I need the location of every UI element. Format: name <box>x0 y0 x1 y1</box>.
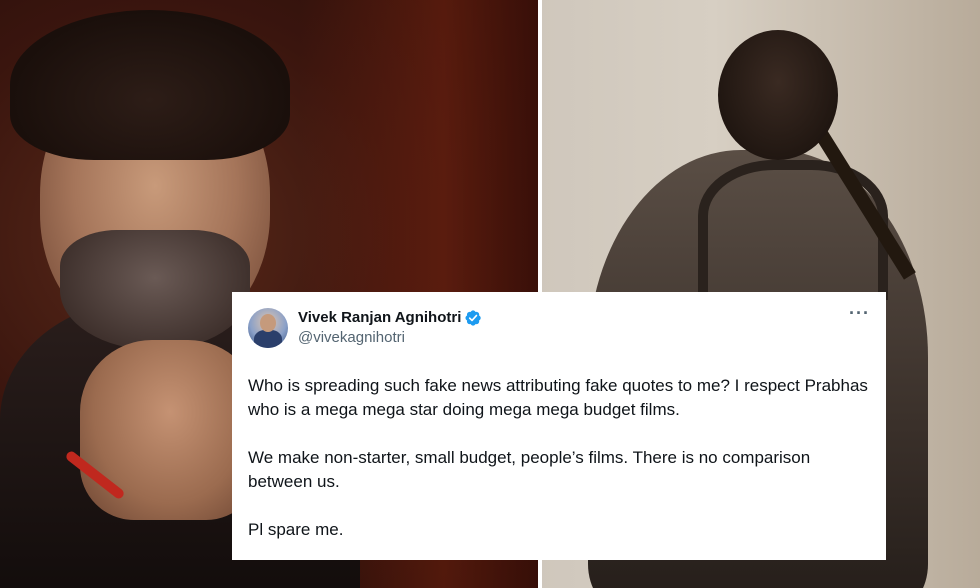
tweet-paragraph: Who is spreading such fake news attribut… <box>248 376 868 419</box>
more-options-icon[interactable]: ··· <box>849 304 870 322</box>
tweet-header: Vivek Ranjan Agnihotri @vivekagnihotri ·… <box>248 304 870 352</box>
name-row: Vivek Ranjan Agnihotri <box>298 308 482 328</box>
tweet-paragraph: We make non-starter, small budget, peopl… <box>248 448 811 491</box>
avatar[interactable] <box>248 308 288 348</box>
backpack-strap <box>698 160 888 300</box>
tweet-paragraph: Pl spare me. <box>248 520 344 539</box>
tweet-card: Vivek Ranjan Agnihotri @vivekagnihotri ·… <box>232 292 886 560</box>
person-hair <box>10 10 290 160</box>
person-beard <box>60 230 250 350</box>
user-info: Vivek Ranjan Agnihotri @vivekagnihotri <box>298 308 482 348</box>
user-handle[interactable]: @vivekagnihotri <box>298 328 482 348</box>
display-name[interactable]: Vivek Ranjan Agnihotri <box>298 308 461 328</box>
tweet-text: Who is spreading such fake news attribut… <box>248 374 870 542</box>
verified-badge-icon <box>465 310 482 326</box>
person-head <box>718 30 838 160</box>
